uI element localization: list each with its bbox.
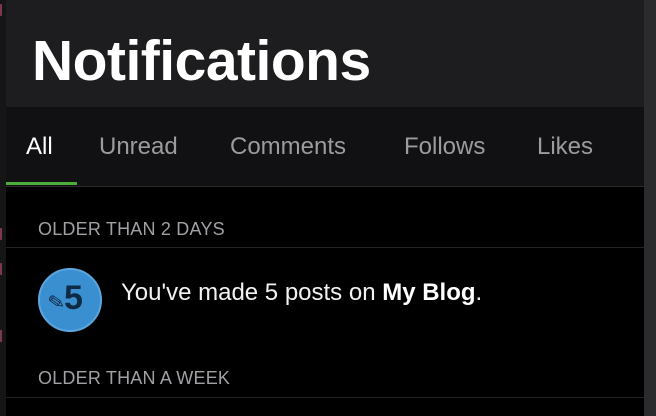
page-title: Notifications (32, 29, 371, 93)
tab-follows[interactable]: Follows (404, 107, 485, 186)
tab-unread[interactable]: Unread (99, 107, 178, 186)
notification-text: You've made 5 posts on My Blog. (121, 279, 482, 307)
section-divider (6, 397, 644, 398)
notifications-panel: Notifications All Unread Comments Follow… (6, 0, 644, 416)
post-milestone-badge: ✎ 5 (38, 268, 102, 332)
header: Notifications (6, 0, 644, 107)
section-header-older-week: OLDER THAN A WEEK (38, 368, 231, 388)
notification-item[interactable]: ✎ 5 You've made 5 posts on My Blog. (6, 248, 644, 352)
badge-number: 5 (64, 279, 83, 317)
tab-comments[interactable]: Comments (230, 107, 346, 186)
right-edge (644, 0, 656, 416)
notification-text-prefix: You've made 5 posts on (121, 279, 383, 306)
tab-all[interactable]: All (26, 107, 53, 186)
active-tab-indicator (6, 182, 77, 185)
section-header-older-2-days: OLDER THAN 2 DAYS (38, 219, 225, 239)
tab-bar: All Unread Comments Follows Likes (6, 107, 644, 187)
blog-name-link[interactable]: My Blog (382, 279, 475, 306)
tab-likes[interactable]: Likes (537, 107, 593, 186)
notification-text-suffix: . (475, 279, 483, 306)
